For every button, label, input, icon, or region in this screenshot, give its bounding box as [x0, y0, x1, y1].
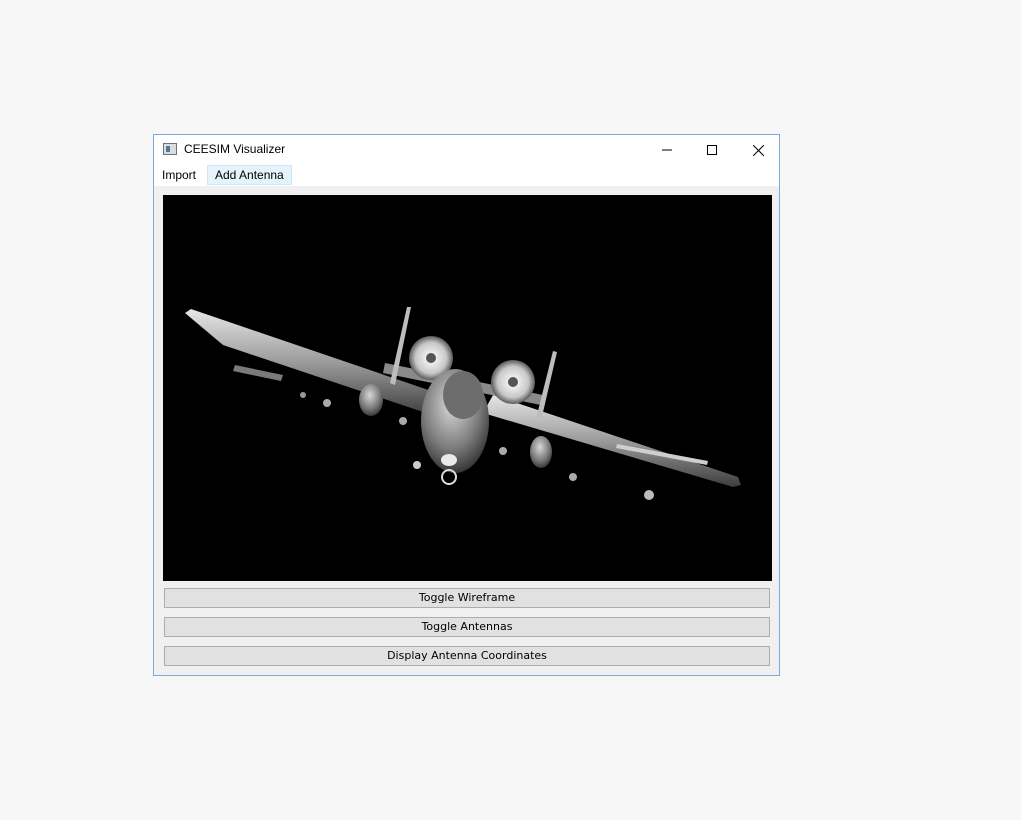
display-antenna-coordinates-button[interactable]: Display Antenna Coordinates [164, 646, 770, 666]
aircraft-model [185, 307, 741, 500]
menu-import[interactable]: Import [155, 165, 203, 185]
title-bar[interactable]: CEESIM Visualizer [154, 135, 779, 165]
maximize-button[interactable] [689, 135, 735, 165]
toggle-antennas-button[interactable]: Toggle Antennas [164, 617, 770, 637]
app-icon [163, 143, 177, 155]
close-icon [752, 144, 764, 156]
3d-viewport[interactable] [163, 195, 772, 581]
toggle-wireframe-button[interactable]: Toggle Wireframe [164, 588, 770, 608]
menu-add-antenna[interactable]: Add Antenna [207, 165, 292, 185]
main-window: CEESIM Visualizer Import Add Antenna Tog… [153, 134, 780, 676]
maximize-icon [707, 145, 717, 155]
window-title: CEESIM Visualizer [184, 142, 286, 156]
close-button[interactable] [735, 135, 781, 165]
menu-bar: Import Add Antenna [154, 165, 779, 186]
minimize-button[interactable] [644, 135, 690, 165]
minimize-icon [662, 149, 672, 151]
